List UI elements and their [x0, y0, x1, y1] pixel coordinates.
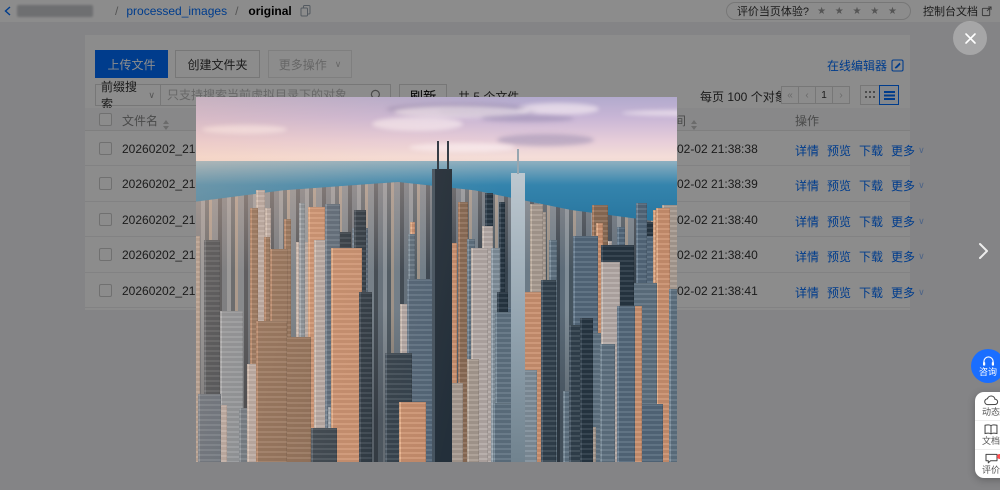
tower-antenna	[447, 141, 449, 170]
skyline-building	[256, 321, 287, 462]
docs-label: 文档	[982, 436, 1000, 446]
skyline-building	[669, 289, 677, 462]
book-icon	[984, 424, 998, 435]
skyline-building	[198, 394, 221, 462]
chat-icon	[985, 453, 998, 464]
skyline-landmark-tower	[432, 169, 452, 462]
news-shortcut[interactable]: 动态	[975, 392, 1000, 420]
consult-button[interactable]: 咨询	[971, 349, 1000, 383]
cloud-shape	[481, 115, 574, 122]
cloud-shape	[497, 134, 594, 146]
close-preview-button[interactable]	[953, 21, 987, 55]
chevron-right-icon	[978, 242, 989, 260]
skyline-building	[580, 318, 593, 462]
cos-console-page: / processed_images / original 评价当页体验? ★ …	[0, 0, 1000, 490]
floating-shortcuts: 动态 文档 评价	[975, 392, 1000, 478]
skyline-building	[399, 402, 426, 462]
docs-shortcut[interactable]: 文档	[975, 420, 1000, 449]
cloud-icon	[984, 395, 999, 406]
next-image-button[interactable]	[968, 236, 998, 266]
cloud-shape	[517, 103, 599, 115]
skyline-building	[600, 344, 615, 462]
feedback-shortcut-label: 评价	[982, 465, 1000, 475]
cloud-shape	[409, 143, 515, 152]
news-label: 动态	[982, 407, 1000, 417]
cloud-shape	[372, 117, 463, 131]
tower-antenna	[437, 141, 439, 170]
feedback-shortcut[interactable]: 评价	[975, 449, 1000, 478]
skyline-building	[617, 306, 635, 462]
skyline-building	[541, 280, 556, 462]
close-icon	[964, 32, 977, 45]
preview-image	[196, 97, 677, 462]
cloud-shape	[202, 125, 287, 134]
tower-spire	[517, 149, 519, 174]
skyline-landmark-tower	[511, 173, 525, 462]
headset-icon	[982, 356, 995, 367]
skyline-building	[311, 428, 337, 462]
skyline-building	[359, 292, 372, 462]
consult-label: 咨询	[979, 367, 997, 377]
skyline-building	[467, 359, 479, 462]
skyline-building	[284, 337, 311, 462]
